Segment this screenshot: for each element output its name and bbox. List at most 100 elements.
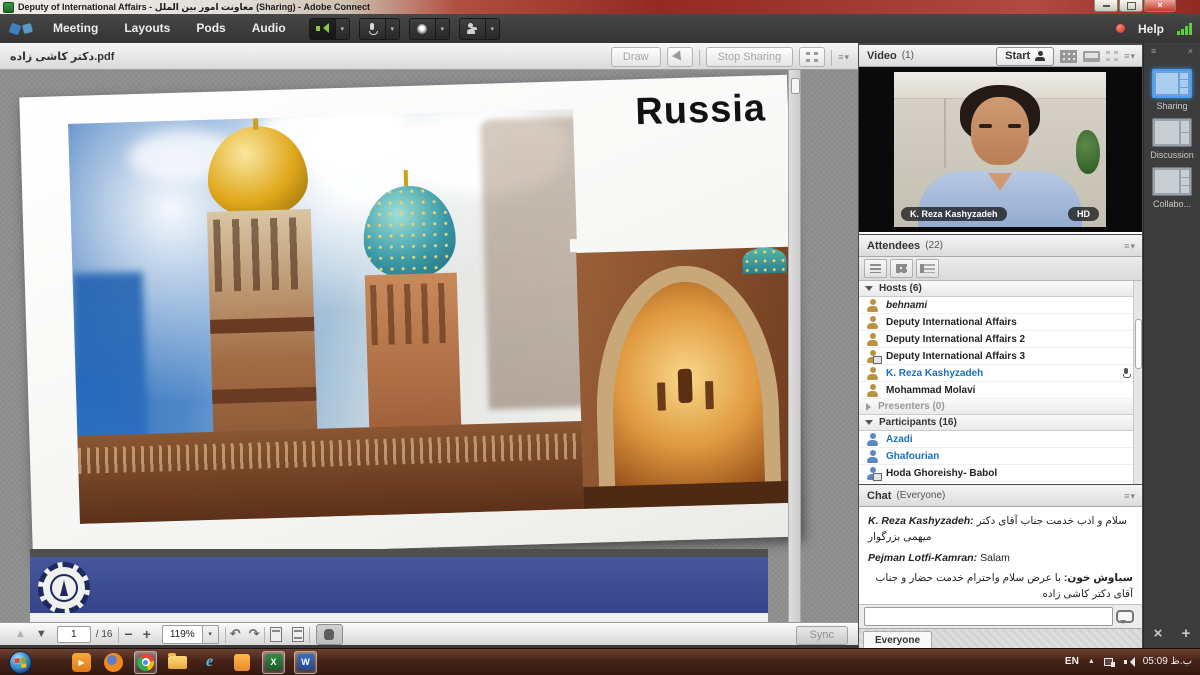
attendee-row[interactable]: Hoda Ghoreishy- Babol <box>859 465 1142 482</box>
chat-pod: Chat (Everyone) ≡▾ K. Reza Kashyzadeh:سل… <box>859 485 1142 648</box>
fit-width-button[interactable] <box>292 627 304 642</box>
layout-sharing-thumbnail[interactable] <box>1152 69 1192 98</box>
chrome-icon <box>137 654 154 671</box>
start-button[interactable] <box>9 651 32 674</box>
taskbar-media-player[interactable]: ▶ <box>70 651 93 674</box>
rail-menu-icon[interactable]: ≡ <box>1151 46 1156 56</box>
layout-collaboration[interactable]: Collabo... <box>1144 167 1200 209</box>
microphone-button[interactable]: ▾ <box>359 18 400 40</box>
taskbar-internet-explorer[interactable]: e <box>198 651 221 674</box>
speaker-button[interactable]: ▾ <box>309 18 350 40</box>
menu-layouts[interactable]: Layouts <box>111 14 183 43</box>
attendee-row[interactable]: Ghafourian <box>859 448 1142 465</box>
add-layout-icon[interactable]: + <box>1182 625 1191 642</box>
minimize-button[interactable] <box>1094 0 1118 12</box>
attendee-row[interactable]: Deputy International Affairs <box>859 314 1142 331</box>
draw-button[interactable]: Draw <box>611 47 661 67</box>
attendee-row[interactable]: Azadi <box>859 431 1142 448</box>
grid-view-button[interactable] <box>1060 50 1077 63</box>
speaker-dropdown[interactable]: ▾ <box>335 19 349 39</box>
share-pod-menu[interactable]: ≡▾ <box>838 52 850 63</box>
video-fullscreen-icon[interactable] <box>1106 51 1118 61</box>
zoom-dropdown-icon[interactable]: ▾ <box>202 626 218 643</box>
taskbar-explorer[interactable] <box>166 651 189 674</box>
rail-close-icon[interactable]: × <box>1188 46 1193 56</box>
chat-message-text: Salam <box>980 552 1010 564</box>
language-indicator[interactable]: EN <box>1065 656 1079 667</box>
send-message-button[interactable] <box>1113 607 1137 627</box>
chat-input[interactable] <box>864 607 1113 626</box>
rail-tools-icon[interactable]: × <box>1154 625 1163 642</box>
zoom-out-button[interactable]: − <box>124 627 132 641</box>
video-pod-menu[interactable]: ≡▾ <box>1124 51 1136 62</box>
layout-sharing[interactable]: Sharing <box>1144 69 1200 111</box>
network-icon[interactable] <box>1104 657 1115 667</box>
taskbar-clock[interactable]: ب.ظ 05:09 <box>1143 656 1192 667</box>
pan-tool-button[interactable] <box>316 624 343 645</box>
page-down-button[interactable]: ▼ <box>36 629 47 640</box>
chat-pod-menu[interactable]: ≡▾ <box>1124 491 1136 502</box>
zoom-level-select[interactable]: 119% ▾ <box>162 625 219 644</box>
layout-label: Collabo... <box>1144 199 1200 209</box>
presenters-section-header[interactable]: Presenters (0) <box>859 399 1142 415</box>
attendees-pod-menu[interactable]: ≡▾ <box>1124 241 1136 252</box>
microphone-dropdown[interactable]: ▾ <box>385 19 399 39</box>
filmstrip-view-button[interactable] <box>1083 50 1100 63</box>
hosts-section-header[interactable]: Hosts (6) <box>859 281 1142 297</box>
attendees-toolbar <box>859 257 1142 281</box>
adobe-connect-logo-icon <box>10 24 32 34</box>
maximize-button[interactable] <box>1119 0 1143 12</box>
menu-pods[interactable]: Pods <box>183 14 238 43</box>
adobe-connect-window: Deputy of International Affairs - معاونت… <box>0 0 1200 675</box>
slide-page-1: Russia <box>19 75 800 560</box>
stop-sharing-button[interactable]: Stop Sharing <box>706 47 794 67</box>
webcam-button[interactable]: ▾ <box>409 18 450 40</box>
taskbar-firefox[interactable] <box>102 651 125 674</box>
layout-discussion-thumbnail[interactable] <box>1152 118 1192 147</box>
raise-hand-dropdown[interactable]: ▾ <box>485 19 499 39</box>
taskbar-excel[interactable]: X <box>262 651 285 674</box>
attendee-list-view-button[interactable] <box>864 259 887 278</box>
page-up-button[interactable]: ▲ <box>15 629 26 640</box>
taskbar-word[interactable]: W <box>294 651 317 674</box>
share-document-area[interactable]: Russia <box>0 70 858 622</box>
start-webcam-button[interactable]: Start <box>996 47 1054 66</box>
attendee-row[interactable]: K. Reza Kashyzadeh <box>859 365 1142 382</box>
rotate-left-button[interactable]: ↶ <box>230 626 241 642</box>
sync-button[interactable]: Sync <box>796 626 848 645</box>
folder-icon <box>168 656 187 669</box>
fit-page-button[interactable] <box>270 627 282 642</box>
document-scrollbar[interactable] <box>788 70 801 622</box>
attendee-row[interactable]: Deputy International Affairs 3 <box>859 348 1142 365</box>
fullscreen-button[interactable] <box>799 47 825 67</box>
pointer-button[interactable] <box>667 47 693 67</box>
attendee-row[interactable]: Mohammad Molavi <box>859 382 1142 399</box>
close-button[interactable]: × <box>1144 0 1176 12</box>
menu-audio[interactable]: Audio <box>239 14 299 43</box>
rotate-right-button[interactable]: ↷ <box>249 626 260 642</box>
attendee-status-view-button[interactable] <box>916 259 939 278</box>
shared-document-title: دکتر کاشی زاده.pdf <box>10 50 114 63</box>
attendees-scrollbar-thumb[interactable] <box>1135 319 1142 369</box>
attendee-row[interactable]: behnami <box>859 297 1142 314</box>
attendee-grid-view-button[interactable] <box>890 259 913 278</box>
zoom-in-button[interactable]: + <box>143 627 151 641</box>
volume-icon[interactable] <box>1124 657 1134 667</box>
participants-section-header[interactable]: Participants (16) <box>859 415 1142 431</box>
taskbar-notes-app[interactable] <box>230 651 253 674</box>
attendees-scrollbar[interactable] <box>1133 281 1142 484</box>
layout-discussion[interactable]: Discussion <box>1144 118 1200 160</box>
attendee-row[interactable]: Deputy International Affairs 2 <box>859 331 1142 348</box>
hand-icon <box>324 629 334 640</box>
menu-help[interactable]: Help <box>1138 22 1164 36</box>
webcam-dropdown[interactable]: ▾ <box>435 19 449 39</box>
layout-collaboration-thumbnail[interactable] <box>1152 167 1192 196</box>
orange-app-icon <box>234 654 250 671</box>
page-number-input[interactable]: 1 <box>57 626 91 643</box>
chat-tab-everyone[interactable]: Everyone <box>863 631 932 649</box>
taskbar-chrome[interactable] <box>134 651 157 674</box>
document-scrollbar-thumb[interactable] <box>791 78 800 94</box>
raise-hand-button[interactable]: ▾ <box>459 18 500 40</box>
hidden-icons-button[interactable]: ▲ <box>1088 658 1095 665</box>
menu-meeting[interactable]: Meeting <box>40 14 111 43</box>
